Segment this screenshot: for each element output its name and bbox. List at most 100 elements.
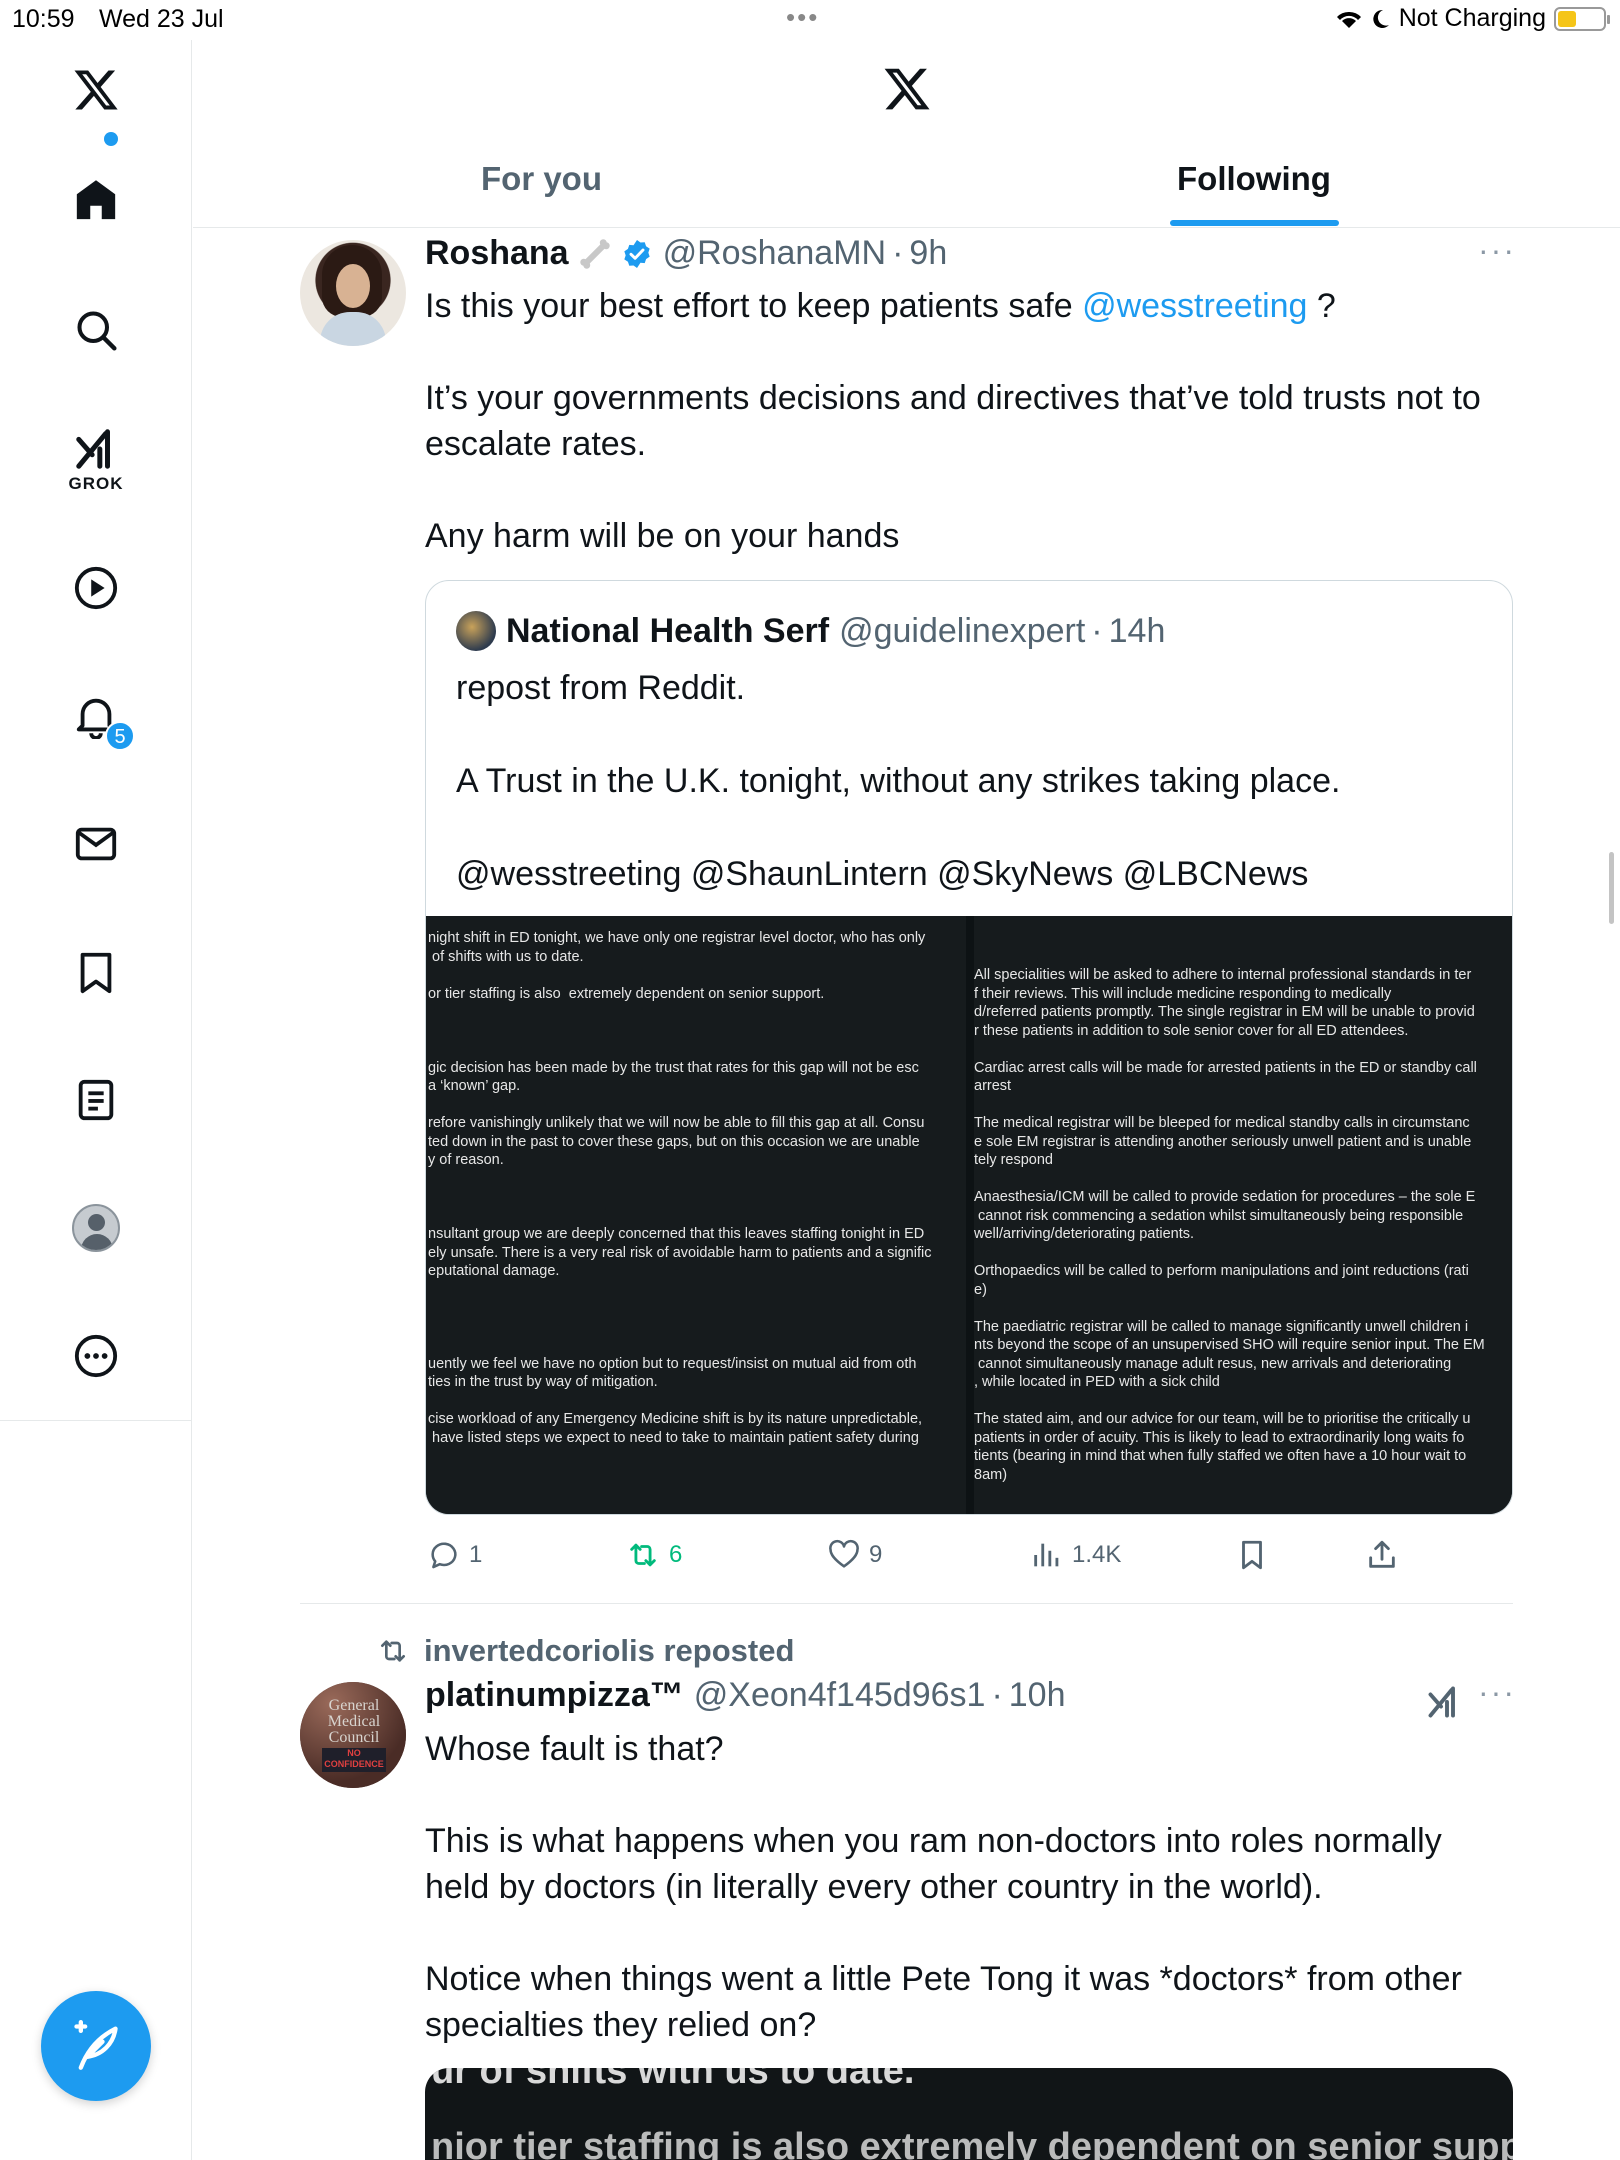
author-handle[interactable]: @Xeon4f145d96s1: [694, 1676, 986, 1715]
media-peek-text: ur of shifts with us to date.: [431, 2068, 915, 2092]
image-text-line: Orthopaedics will be called to perform m…: [974, 1263, 1469, 1279]
author-handle[interactable]: @RoshanaMN: [663, 234, 887, 273]
image-text-line: [428, 1336, 931, 1355]
sidebar: GROK 5: [0, 40, 192, 2160]
quote-avatar: [456, 611, 496, 651]
image-text-line: have listed steps we expect to need to t…: [428, 1429, 919, 1446]
image-text-line: uently we feel we have no option but to …: [428, 1355, 917, 1372]
sidebar-item-messages[interactable]: [0, 794, 192, 894]
quoted-tweet[interactable]: National Health Serf @guidelinexpert · 1…: [425, 580, 1513, 1515]
image-text-line: 8am): [974, 1466, 1008, 1483]
bone-emoji-icon: [579, 238, 610, 269]
like-count: 9: [869, 1541, 883, 1568]
image-text-left: night shift in ED tonight, we have only …: [428, 929, 931, 1447]
repost-icon: [630, 1543, 656, 1567]
avatar[interactable]: General Medical Council NO CONFIDENCE: [300, 1682, 406, 1788]
wifi-icon: [1336, 11, 1361, 28]
media-image-right[interactable]: All specialities will be asked to adhere…: [974, 916, 1512, 1514]
tweet-paragraph: Is this your best effort to keep patient…: [425, 283, 1515, 329]
quote-time: 14h: [1108, 611, 1166, 650]
repost-button[interactable]: 6: [625, 1532, 682, 1578]
sidebar-item-grok[interactable]: GROK: [0, 410, 192, 510]
tab-following[interactable]: Following: [1177, 160, 1331, 228]
sidebar-item-search[interactable]: [0, 280, 192, 380]
charging-status: Not Charging: [1398, 4, 1546, 32]
quote-author-handle: @guidelinexpert: [839, 611, 1086, 650]
image-text-line: [428, 1188, 931, 1207]
image-text-line: [974, 1392, 1485, 1411]
tweet-more-button[interactable]: ···: [1478, 1674, 1516, 1711]
sidebar-item-video[interactable]: [0, 538, 192, 638]
quote-body: repost from Reddit. A Trust in the U.K. …: [456, 665, 1486, 897]
moon-icon: [1373, 9, 1389, 28]
bookmark-button[interactable]: [1235, 1532, 1269, 1578]
image-text-line: [428, 1207, 931, 1226]
image-text-line: [428, 1299, 931, 1318]
tweet-paragraph: Any harm will be on your hands: [425, 517, 900, 555]
author-name[interactable]: platinumpizza™: [425, 1676, 684, 1715]
tweet-media[interactable]: ur of shifts with us to date. nior tier …: [425, 2068, 1513, 2160]
like-icon: [829, 1539, 859, 1568]
sidebar-item-home[interactable]: [0, 132, 192, 250]
image-text-line: well/arriving/deteriorating patients.: [974, 1226, 1195, 1242]
avatar-text-line: General: [328, 1697, 380, 1714]
search-icon: [77, 311, 117, 351]
active-tab-indicator: [1170, 220, 1339, 226]
views-icon: [1034, 1543, 1059, 1567]
avatar-text-line: Council: [328, 1729, 380, 1746]
compose-feather-icon: [74, 2020, 118, 2070]
scrollbar-thumb[interactable]: [1609, 852, 1614, 924]
sidebar-item-lists[interactable]: [0, 1050, 192, 1150]
tweet-time[interactable]: 9h: [909, 234, 947, 273]
image-text-line: [428, 1096, 931, 1115]
quote-paragraph: @wesstreeting @ShaunLintern @SkyNews @LB…: [456, 855, 1309, 893]
sidebar-item-profile[interactable]: [0, 1178, 192, 1278]
video-icon: [74, 566, 118, 610]
views-count: 1.4K: [1072, 1541, 1122, 1568]
reply-count: 1: [469, 1541, 483, 1568]
tab-for-you[interactable]: For you: [481, 160, 602, 228]
status-time: 10:59: [12, 5, 75, 33]
share-button[interactable]: [1365, 1532, 1399, 1578]
image-text-line: tients (bearing in mind that when fully …: [974, 1448, 1467, 1464]
sidebar-item-notifications[interactable]: [0, 666, 192, 766]
sidebar-x-logo[interactable]: [0, 40, 192, 140]
verified-badge-icon: [623, 239, 650, 268]
image-text-line: The medical registrar will be bleeped fo…: [974, 1115, 1470, 1131]
x-logo-icon[interactable]: [881, 64, 933, 114]
sidebar-item-more[interactable]: [0, 1306, 192, 1406]
battery-icon: [1554, 6, 1610, 31]
avatar-text-line: NO: [347, 1748, 361, 1758]
reply-button[interactable]: 1: [427, 1532, 482, 1578]
image-text-line: of shifts with us to date.: [428, 948, 584, 965]
status-right: Not Charging: [1335, 4, 1610, 33]
image-text-line: [428, 1040, 931, 1059]
author-name[interactable]: Roshana: [425, 234, 569, 273]
avatar[interactable]: [300, 240, 406, 346]
avatar-text-line: CONFIDENCE: [324, 1759, 384, 1769]
views-button[interactable]: 1.4K: [1030, 1532, 1121, 1578]
repost-count: 6: [669, 1541, 683, 1568]
repost-context[interactable]: invertedcoriolis reposted: [376, 1633, 794, 1669]
mention-link[interactable]: @wesstreeting: [1082, 287, 1307, 325]
tweet-more-button[interactable]: ···: [1478, 232, 1516, 269]
image-text-line: refore vanishingly unlikely that we will…: [428, 1115, 925, 1131]
image-text-line: or tier staffing is also extremely depen…: [428, 985, 825, 1002]
tweet-text-segment: Is this your best effort to keep patient…: [425, 287, 1083, 325]
tweet-time[interactable]: 10h: [1009, 1676, 1066, 1715]
sidebar-divider: [0, 1420, 192, 1421]
image-text-line: arrest: [974, 1078, 1012, 1094]
bookmark-icon: [1242, 1540, 1262, 1570]
multitasking-dots[interactable]: •••: [786, 2, 819, 33]
sidebar-item-bookmarks[interactable]: [0, 922, 192, 1022]
tweet-header: Roshana @RoshanaMN · 9h: [425, 234, 947, 273]
image-text-right: All specialities will be asked to adhere…: [974, 929, 1485, 1484]
tweet-divider: [300, 1603, 1513, 1604]
image-text-line: [428, 1392, 931, 1411]
share-icon: [1369, 1540, 1395, 1568]
compose-button[interactable]: [41, 1991, 151, 2101]
like-button[interactable]: 9: [827, 1532, 882, 1578]
grok-icon[interactable]: [1426, 1684, 1462, 1720]
media-image-left[interactable]: night shift in ED tonight, we have only …: [426, 916, 966, 1514]
image-text-line: [428, 1170, 931, 1189]
